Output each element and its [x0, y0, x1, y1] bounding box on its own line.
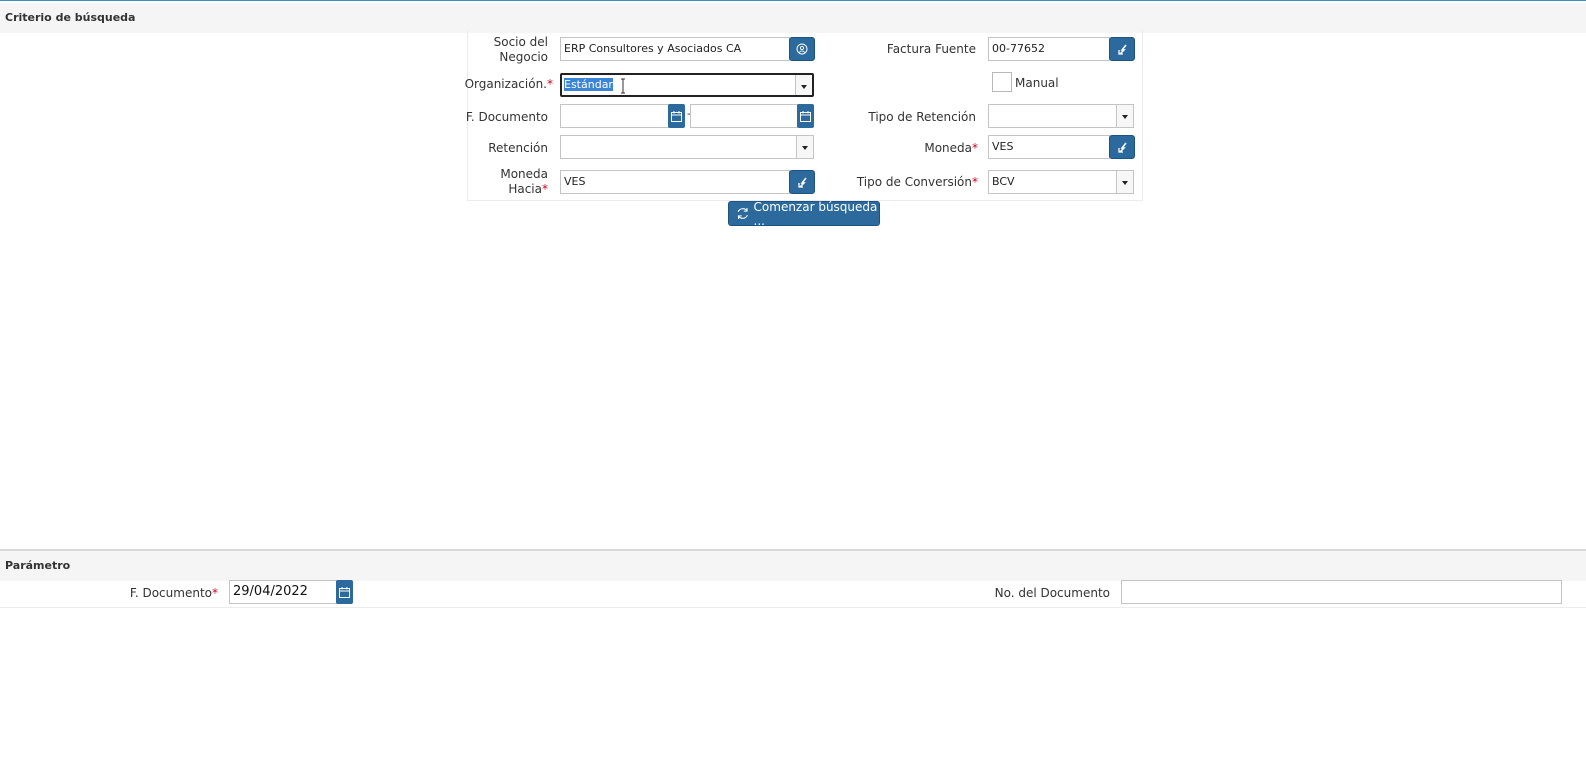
parameters-bottom-line	[0, 607, 1586, 608]
chevron-down-icon	[1122, 115, 1128, 119]
currency-to-lookup-button[interactable]	[789, 170, 815, 194]
retention-dropdown-button[interactable]	[796, 136, 813, 158]
retention-label: Retención	[488, 141, 548, 155]
lookup-arrow-icon	[797, 177, 807, 188]
conversion-type-dropdown-button[interactable]	[1116, 171, 1133, 193]
chevron-down-icon	[1122, 181, 1128, 185]
conversion-type-select[interactable]: BCV	[988, 170, 1134, 194]
top-accent-line	[0, 0, 1586, 1]
source-invoice-lookup-button[interactable]	[1109, 37, 1135, 61]
calendar-icon	[339, 586, 350, 598]
param-doc-no-label: No. del Documento	[994, 586, 1110, 600]
retention-type-select[interactable]	[988, 104, 1134, 128]
parameters-header[interactable]: Parámetro	[0, 551, 1586, 581]
doc-date-to-calendar-button[interactable]	[797, 104, 814, 128]
param-doc-date-label: F. Documento*	[129, 586, 218, 600]
bpartner-search-button[interactable]	[789, 37, 815, 61]
retention-select[interactable]	[560, 135, 814, 159]
currency-to-input[interactable]: VES	[560, 170, 790, 194]
refresh-icon	[737, 208, 748, 219]
param-doc-date-calendar-button[interactable]	[336, 580, 353, 604]
bpartner-label: Socio del Negocio	[493, 35, 548, 64]
doc-date-from-calendar-button[interactable]	[668, 104, 685, 128]
currency-input[interactable]: VES	[988, 135, 1110, 159]
bpartner-input[interactable]: ERP Consultores y Asociados CA	[560, 37, 790, 61]
doc-date-from-input[interactable]	[560, 104, 669, 128]
param-doc-no-input[interactable]	[1121, 580, 1562, 604]
start-search-button[interactable]: Comenzar búsqueda ...	[728, 200, 880, 228]
lookup-arrow-icon	[1117, 44, 1127, 55]
search-criteria-header[interactable]: Criterio de búsqueda	[0, 3, 1586, 33]
text-cursor-icon	[621, 78, 625, 94]
org-selected-value: Estándar	[564, 78, 613, 91]
chevron-down-icon	[802, 146, 808, 150]
calendar-icon	[800, 110, 811, 122]
retention-type-dropdown-button[interactable]	[1116, 105, 1133, 127]
param-doc-date-input[interactable]: 29/04/2022	[229, 580, 337, 604]
manual-label: Manual	[1015, 76, 1059, 90]
chevron-down-icon	[801, 85, 807, 89]
lookup-arrow-icon	[1117, 142, 1127, 153]
bpartner-icon	[796, 43, 808, 55]
org-label: Organización.*	[464, 77, 553, 91]
org-select[interactable]: Estándar	[560, 73, 814, 97]
doc-date-to-input[interactable]	[690, 104, 798, 128]
org-dropdown-button[interactable]	[795, 75, 812, 95]
calendar-icon	[671, 110, 682, 122]
currency-label: Moneda*	[924, 141, 978, 155]
source-invoice-label: Factura Fuente	[886, 42, 976, 56]
currency-to-label: Moneda Hacia*	[500, 167, 548, 196]
source-invoice-input[interactable]: 00-77652	[988, 37, 1110, 61]
doc-date-label: F. Documento	[465, 110, 548, 124]
retention-type-label: Tipo de Retención	[868, 110, 976, 124]
manual-checkbox[interactable]	[992, 72, 1012, 92]
conversion-type-label: Tipo de Conversión*	[856, 175, 978, 189]
currency-lookup-button[interactable]	[1109, 135, 1135, 159]
